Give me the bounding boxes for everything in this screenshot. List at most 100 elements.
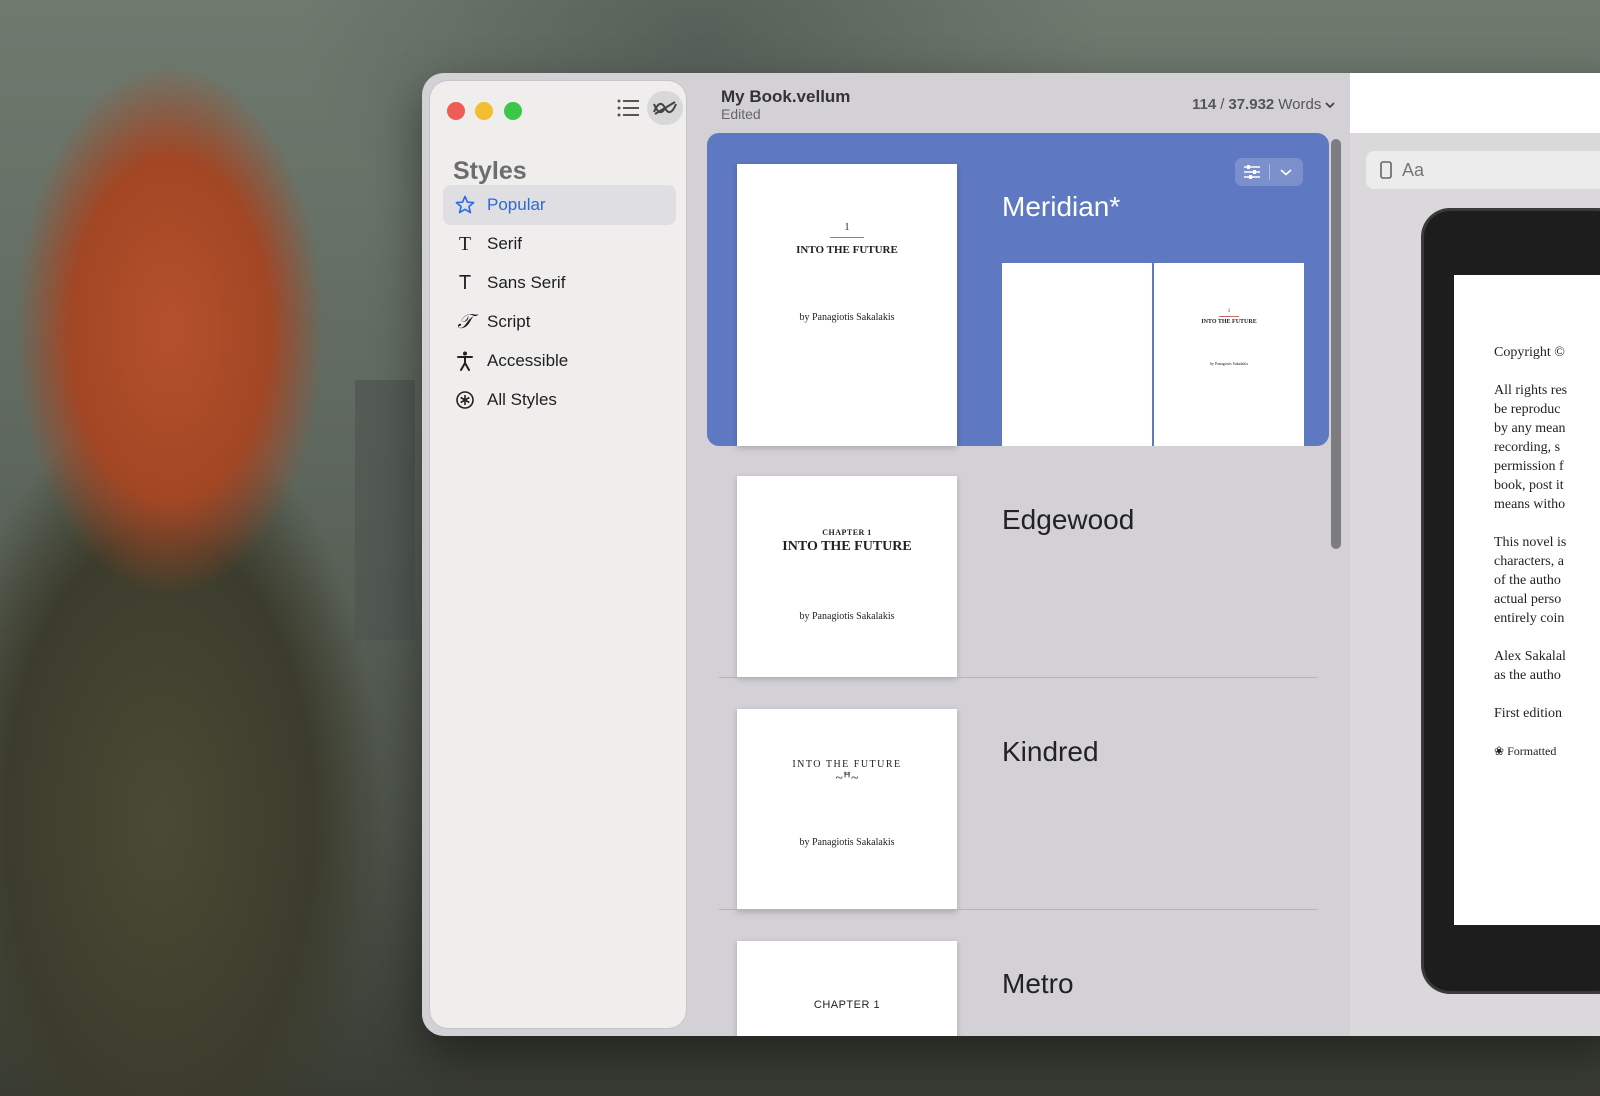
page-text-line <box>1494 723 1600 742</box>
thumb-title: INTO THE FUTURE <box>792 759 902 770</box>
sidebar-item-all-styles[interactable]: All Styles <box>443 380 676 420</box>
minimize-window-button[interactable] <box>475 102 493 120</box>
page-text-line: recording, s <box>1494 440 1561 455</box>
preview-panel: Aa Copyright © All rights res be reproduc… <box>1350 73 1600 1036</box>
sidebar-item-label: All Styles <box>487 390 557 409</box>
chevron-down-icon <box>1280 169 1292 176</box>
spread-author: by Panagiotis Sakalakis <box>1210 361 1248 366</box>
word-count-menu[interactable]: 114 / 37.932 Words <box>1192 96 1335 113</box>
page-text-line: characters, a <box>1494 554 1564 569</box>
style-thumbnail: CHAPTER 1 INTO THE FUTURE by Panagiotis … <box>737 476 957 677</box>
style-name: Kindred <box>1002 736 1099 767</box>
page-text-line: by any mean <box>1494 421 1566 436</box>
word-count-current: 114 <box>1192 96 1217 113</box>
styles-list: 1 INTO THE FUTURE by Panagiotis Sakalaki… <box>707 133 1347 1036</box>
sans-t-icon: T <box>458 271 472 294</box>
document-status: Edited <box>721 106 761 122</box>
style-card-kindred[interactable]: INTO THE FUTURE ~ꟸ~ by Panagiotis Sakala… <box>707 678 1329 910</box>
word-count-total: 37.932 <box>1228 96 1275 113</box>
page-text-line <box>1494 362 1600 381</box>
sliders-icon <box>1243 165 1260 179</box>
flourish-ornament: ~ꟸ~ <box>835 771 859 786</box>
style-card-metro[interactable]: CHAPTER 1 Metro <box>707 910 1329 1036</box>
chevron-down-icon <box>1325 101 1335 108</box>
page-text-line <box>1494 685 1600 704</box>
sidebar-item-label: Script <box>487 312 531 331</box>
serif-t-icon: T <box>458 232 472 255</box>
style-toggle-button[interactable] <box>647 91 683 125</box>
preview-header <box>1350 73 1600 133</box>
font-size-label: Aa <box>1402 159 1425 180</box>
page-text-line: Alex Sakalal <box>1494 649 1566 664</box>
sidebar-item-label: Popular <box>487 195 546 214</box>
styles-sidebar: Styles Popular T Serif T Sans Serif 𝒯 Sc… <box>430 81 686 1028</box>
page-text-line <box>1494 514 1600 533</box>
thumb-author: by Panagiotis Sakalakis <box>799 611 895 622</box>
page-spread-preview: 1 INTO THE FUTURE by Panagiotis Sakalaki… <box>1002 263 1304 446</box>
spread-title: INTO THE FUTURE <box>1201 319 1257 325</box>
sidebar-item-label: Serif <box>487 234 522 253</box>
script-t-icon: 𝒯 <box>457 310 473 333</box>
thumb-title: INTO THE FUTURE <box>796 244 898 256</box>
page-text-line: entirely coin <box>1494 611 1565 626</box>
document-title: My Book.vellum <box>721 87 851 106</box>
asterisk-circle-icon <box>443 390 487 410</box>
preview-device-bar[interactable]: Aa <box>1366 151 1600 189</box>
styles-heading: Styles <box>453 157 527 185</box>
sidebar-item-popular[interactable]: Popular <box>443 185 676 225</box>
style-card-meridian[interactable]: 1 INTO THE FUTURE by Panagiotis Sakalaki… <box>707 133 1329 446</box>
style-name: Meridian* <box>1002 191 1121 222</box>
style-name: Metro <box>1002 968 1074 999</box>
thumb-chapter: 1 <box>844 222 850 233</box>
ereader-screen: Copyright © All rights res be reproduc by … <box>1454 275 1600 925</box>
vellum-flower-icon: ❀ <box>1494 744 1505 758</box>
styles-list-scrollbar[interactable] <box>1331 139 1341 549</box>
style-card-edgewood[interactable]: CHAPTER 1 INTO THE FUTURE by Panagiotis … <box>707 446 1329 678</box>
style-name: Edgewood <box>1002 504 1135 535</box>
page-text-line: This novel is <box>1494 535 1567 550</box>
page-text-line: as the autho <box>1494 668 1561 683</box>
style-thumbnail: 1 INTO THE FUTURE by Panagiotis Sakalaki… <box>737 164 957 446</box>
background-tower <box>355 380 415 640</box>
sidebar-item-script[interactable]: 𝒯 Script <box>443 302 676 342</box>
page-text-line: permission f <box>1494 459 1564 474</box>
page-text-line <box>1494 628 1600 647</box>
word-count-separator: / <box>1220 96 1225 113</box>
page-text-line: First edition <box>1494 706 1563 721</box>
style-thumbnail: INTO THE FUTURE ~ꟸ~ by Panagiotis Sakala… <box>737 709 957 910</box>
page-text-line: be reproduc <box>1494 402 1561 417</box>
ereader-device: Copyright © All rights res be reproduc by … <box>1424 211 1600 991</box>
zoom-window-button[interactable] <box>504 102 522 120</box>
style-thumbnail: CHAPTER 1 <box>737 941 957 1036</box>
spread-left-page <box>1002 263 1152 446</box>
thumb-chapter: CHAPTER 1 <box>813 999 881 1011</box>
phone-icon <box>1380 161 1392 179</box>
word-count-unit: Words <box>1278 96 1322 113</box>
thumb-author: by Panagiotis Sakalakis <box>799 312 895 323</box>
accessibility-icon <box>443 351 487 371</box>
thumb-author: by Panagiotis Sakalakis <box>799 837 895 848</box>
sidebar-item-serif[interactable]: T Serif <box>443 224 676 264</box>
list-icon <box>617 99 639 117</box>
spread-right-page: 1 INTO THE FUTURE by Panagiotis Sakalaki… <box>1154 263 1304 446</box>
list-view-button[interactable] <box>610 91 646 125</box>
page-text-line: All rights res <box>1494 383 1568 398</box>
sidebar-item-label: Sans Serif <box>487 273 566 292</box>
thumb-rule <box>830 237 864 238</box>
page-text-line: actual perso <box>1494 592 1562 607</box>
page-text-line: of the autho <box>1494 573 1561 588</box>
page-text-line: Copyright © <box>1494 345 1565 360</box>
style-menu-button[interactable] <box>1269 158 1303 186</box>
preview-page-text: Copyright © All rights res be reproduc by … <box>1454 275 1600 742</box>
close-window-button[interactable] <box>447 102 465 120</box>
sidebar-item-accessible[interactable]: Accessible <box>443 341 676 381</box>
sidebar-item-label: Accessible <box>487 351 569 370</box>
style-options <box>1235 158 1303 186</box>
page-text-line: means witho <box>1494 497 1566 512</box>
style-settings-button[interactable] <box>1235 158 1269 186</box>
formatted-note: ❀ Formatted <box>1454 742 1600 761</box>
thumb-chapter: CHAPTER 1 <box>822 528 872 537</box>
spread-chapter: 1 <box>1227 309 1231 314</box>
formatted-label: Formatted <box>1507 744 1557 758</box>
sidebar-item-sans-serif[interactable]: T Sans Serif <box>443 263 676 303</box>
